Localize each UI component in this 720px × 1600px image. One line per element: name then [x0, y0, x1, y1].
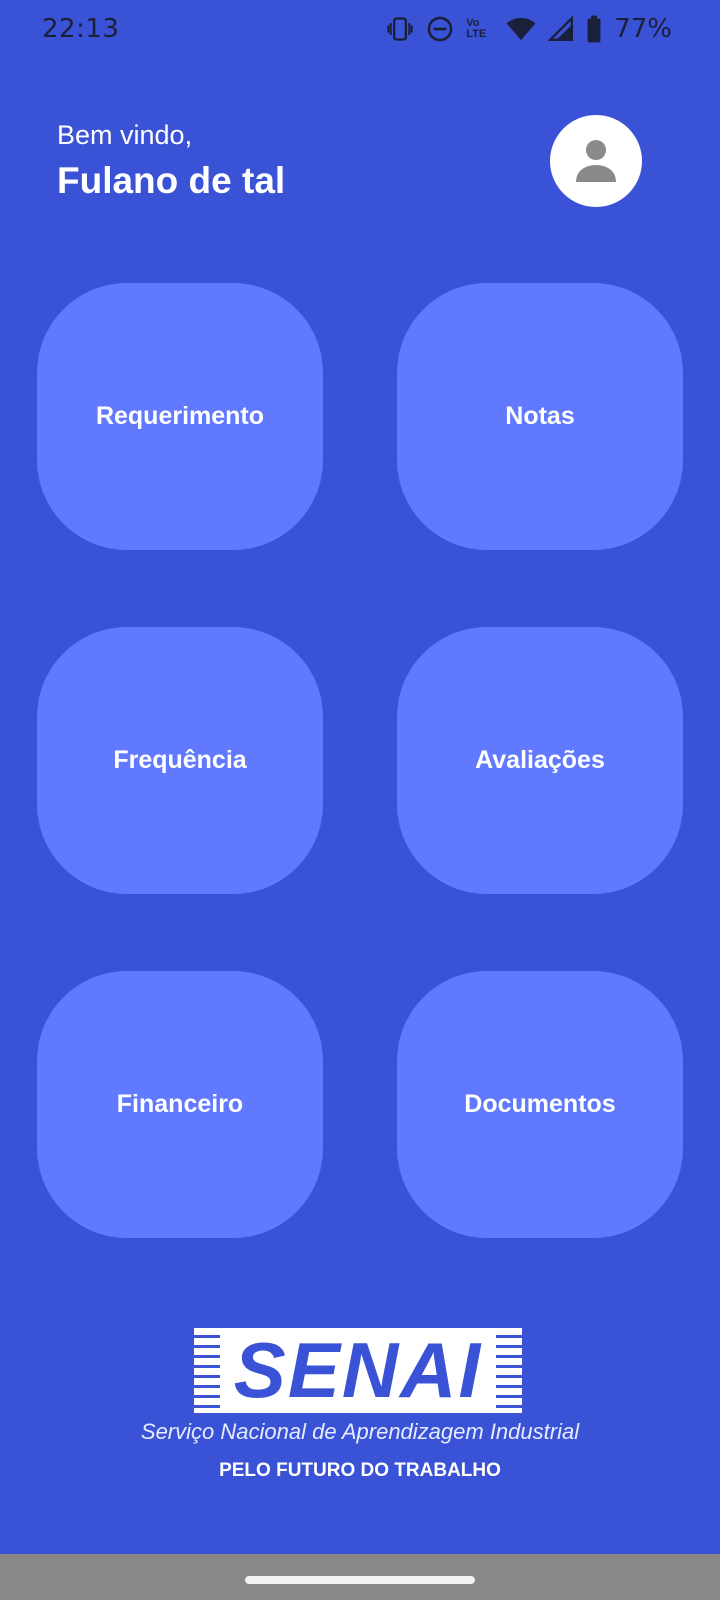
requerimento-button[interactable]: Requerimento	[37, 283, 323, 550]
notas-button[interactable]: Notas	[397, 283, 683, 550]
financeiro-label: Financeiro	[116, 1090, 244, 1118]
navigation-bar	[0, 1554, 720, 1600]
notas-label: Notas	[505, 402, 575, 430]
documentos-label: Documentos	[464, 1090, 616, 1118]
financeiro-button[interactable]: Financeiro	[37, 971, 323, 1238]
senai-wordmark: SENAI	[233, 1328, 483, 1413]
avaliacoes-label: Avaliações	[475, 746, 605, 774]
senai-logo: SENAI Serviço Nacional de Aprendizagem I…	[100, 1325, 620, 1485]
frequencia-button[interactable]: Frequência	[37, 627, 323, 894]
battery-icon	[587, 15, 601, 43]
username-text: Fulano de tal	[57, 160, 286, 201]
person-icon	[576, 140, 616, 182]
senai-logo-box: SENAI	[194, 1328, 522, 1413]
vibrate-icon	[387, 17, 413, 41]
signal-icon	[548, 16, 574, 42]
status-time: 22:13	[42, 14, 120, 44]
do-not-disturb-icon	[427, 16, 453, 42]
senai-subtitle: Serviço Nacional de Aprendizagem Industr…	[140, 1419, 580, 1444]
greeting-text: Bem vindo,	[57, 120, 193, 150]
requerimento-label: Requerimento	[95, 402, 265, 430]
home-gesture-handle[interactable]	[245, 1576, 475, 1584]
status-icons: Vo LTE 77%	[386, 12, 672, 46]
senai-motto: PELO FUTURO DO TRABALHO	[219, 1460, 501, 1481]
volte-icon: Vo LTE	[466, 18, 494, 40]
avaliacoes-button[interactable]: Avaliações	[397, 627, 683, 894]
profile-avatar-button[interactable]	[550, 115, 642, 207]
status-bar: 22:13 Vo LTE 77%	[0, 0, 720, 58]
wifi-icon	[506, 18, 536, 41]
battery-percent: 77%	[614, 14, 672, 44]
volte-label: Vo LTE	[466, 17, 487, 40]
documentos-button[interactable]: Documentos	[397, 971, 683, 1238]
frequencia-label: Frequência	[113, 746, 247, 774]
